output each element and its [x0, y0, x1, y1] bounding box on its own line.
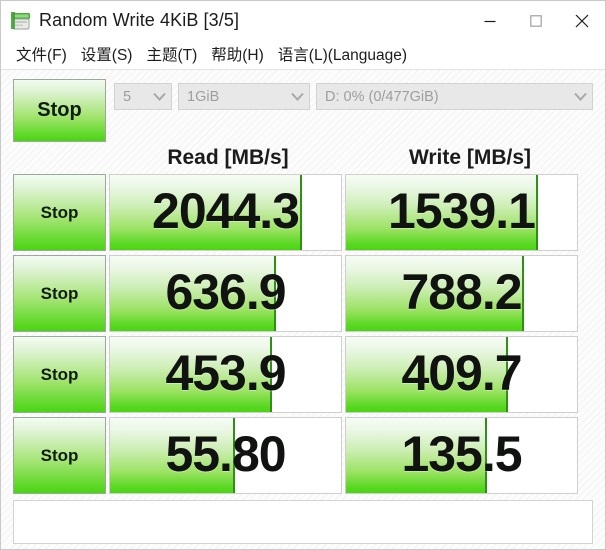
title-bar: Random Write 4KiB [3/5] [1, 1, 605, 40]
write-meter-3: 409.7 [345, 336, 578, 413]
write-meter-4: 135.5 [345, 417, 578, 494]
column-headers: Read [MB/s] Write [MB/s] [13, 142, 593, 173]
minimize-button[interactable] [467, 1, 513, 40]
window-controls [467, 1, 605, 40]
menu-bar: 文件(F) 设置(S) 主题(T) 帮助(H) 语言(L)(Language) [1, 40, 605, 70]
write-value-2: 788.2 [401, 264, 522, 320]
write-value-3: 409.7 [401, 345, 522, 401]
table-row: Stop 55.80 135.5 [13, 417, 593, 494]
crystaldiskmark-window: Random Write 4KiB [3/5] 文件(F) 设置(S) 主题(T… [0, 0, 606, 550]
read-value-3: 453.9 [165, 345, 286, 401]
test-size-value: 1GiB [187, 88, 220, 105]
column-header-read: Read [MB/s] [167, 145, 289, 169]
drive-select[interactable]: D: 0% (0/477GiB) [316, 83, 593, 110]
test-size-select[interactable]: 1GiB [178, 83, 310, 110]
table-row: Stop 2044.3 1539.1 [13, 174, 593, 251]
write-value-4: 135.5 [401, 426, 522, 482]
menu-item-settings[interactable]: 设置(S) [74, 42, 140, 67]
table-row: Stop 453.9 409.7 [13, 336, 593, 413]
read-value-1: 2044.3 [152, 183, 300, 239]
menu-item-help[interactable]: 帮助(H) [204, 42, 271, 67]
test-count-value: 5 [123, 88, 132, 105]
result-rows: Stop 2044.3 1539.1 Stop 636.9 788.2 Stop… [13, 174, 593, 494]
row-stop-button-3[interactable]: Stop [13, 336, 106, 413]
read-value-2: 636.9 [165, 264, 286, 320]
table-row: Stop 636.9 788.2 [13, 255, 593, 332]
read-meter-1: 2044.3 [109, 174, 342, 251]
read-meter-2: 636.9 [109, 255, 342, 332]
toolbar: Stop 5 1GiB D: 0% (0/477GiB) [13, 79, 593, 142]
read-value-4: 55.80 [165, 426, 286, 482]
main-body: Stop 5 1GiB D: 0% (0/477GiB) Read [MB/s]… [1, 70, 605, 549]
maximize-icon [530, 14, 542, 27]
menu-item-theme[interactable]: 主题(T) [139, 42, 204, 67]
close-button[interactable] [559, 1, 605, 40]
maximize-button[interactable] [513, 1, 559, 40]
menu-item-file[interactable]: 文件(F) [9, 42, 74, 67]
close-icon [575, 14, 589, 27]
disk-benchmark-icon [10, 10, 32, 32]
write-meter-1: 1539.1 [345, 174, 578, 251]
read-meter-4: 55.80 [109, 417, 342, 494]
chevron-down-icon [289, 89, 305, 105]
test-count-select[interactable]: 5 [114, 83, 172, 110]
chevron-down-icon [151, 89, 167, 105]
write-value-1: 1539.1 [388, 183, 536, 239]
column-header-write: Write [MB/s] [408, 145, 532, 169]
menu-item-language[interactable]: 语言(L)(Language) [271, 42, 414, 67]
read-meter-3: 453.9 [109, 336, 342, 413]
window-title: Random Write 4KiB [3/5] [39, 10, 240, 30]
row-stop-button-4[interactable]: Stop [13, 417, 106, 494]
all-stop-button[interactable]: Stop [13, 79, 106, 142]
chevron-down-icon [572, 89, 588, 105]
status-bar [13, 500, 593, 544]
row-stop-button-2[interactable]: Stop [13, 255, 106, 332]
combo-area: 5 1GiB D: 0% (0/477GiB) [106, 79, 593, 110]
row-stop-button-1[interactable]: Stop [13, 174, 106, 251]
write-meter-2: 788.2 [345, 255, 578, 332]
drive-value: D: 0% (0/477GiB) [325, 88, 439, 105]
minimize-icon [484, 20, 496, 22]
